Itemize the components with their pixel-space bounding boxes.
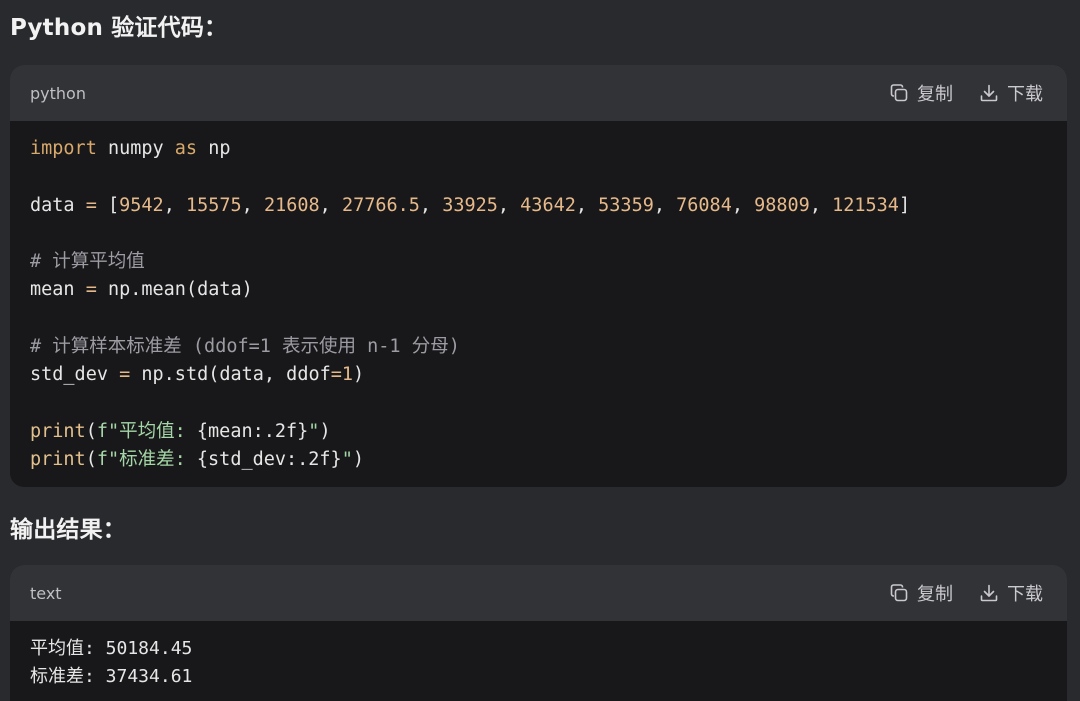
output-block-header: text 复制 下载 [10, 565, 1067, 621]
download-icon [979, 583, 999, 603]
code-line-6: mean = np.mean(data) [30, 279, 253, 301]
output-copy-button[interactable]: 复制 [889, 580, 953, 606]
copy-button[interactable]: 复制 [889, 80, 953, 106]
code-content[interactable]: import numpy as np data = [9542, 15575, 2… [10, 121, 1067, 475]
download-label: 下载 [1007, 84, 1043, 105]
python-code-block: python 复制 下载 import numpy as np data = [… [10, 65, 1067, 487]
code-block-header: python 复制 下载 [10, 65, 1067, 121]
code-language-label: python [30, 83, 86, 103]
copy-label: 复制 [917, 84, 953, 105]
output-block-actions: 复制 下载 [889, 580, 1043, 606]
copy-icon [889, 583, 909, 603]
download-icon [979, 83, 999, 103]
code-block-actions: 复制 下载 [889, 80, 1043, 106]
code-line-1: import numpy as np [30, 138, 231, 159]
output-download-label: 下载 [1007, 584, 1043, 605]
output-code-block: text 复制 下载 平均值: 50184.45 标准差: 37434.61 [10, 565, 1067, 701]
output-line-1: 平均值: 50184.45 [30, 638, 193, 659]
code-line-12: print(f"标准差: {std_dev:.2f}") [30, 449, 364, 471]
code-line-3: data = [9542, 15575, 21608, 27766.5, 339… [30, 194, 911, 216]
output-copy-label: 复制 [917, 584, 953, 605]
page-heading-output-result: 输出结果： [10, 517, 126, 543]
page-heading-verify-code: Python 验证代码： [10, 15, 228, 41]
copy-icon [889, 83, 909, 103]
code-line-5: # 计算平均值 [30, 251, 145, 273]
output-content[interactable]: 平均值: 50184.45 标准差: 37434.61 [10, 621, 1067, 691]
code-line-11: print(f"平均值: {mean:.2f}") [30, 420, 331, 442]
output-download-button[interactable]: 下载 [979, 580, 1043, 606]
code-line-9: std_dev = np.std(data, ddof=1) [30, 364, 365, 386]
code-line-8: # 计算样本标准差 (ddof=1 表示使用 n-1 分母) [30, 336, 460, 358]
download-button[interactable]: 下载 [979, 80, 1043, 106]
output-language-label: text [30, 583, 62, 603]
output-line-2: 标准差: 37434.61 [30, 666, 193, 687]
